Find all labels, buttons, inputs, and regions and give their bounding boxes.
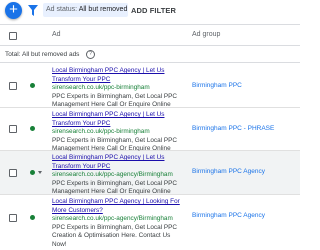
ad-headline[interactable]: Local Birmingham PPC Agency | Looking Fo… [52, 198, 182, 215]
ad-preview: Local Birmingham PPC Agency | Let Us Tra… [52, 111, 182, 154]
column-header-ad[interactable]: Ad [52, 31, 61, 38]
table-row[interactable]: Local Birmingham PPC Agency | Let Us Tra… [0, 108, 300, 154]
row-checkbox[interactable] [9, 125, 17, 133]
row-checkbox[interactable] [9, 169, 17, 177]
status-enabled-icon [30, 170, 35, 175]
filter-value: All but removed [78, 6, 128, 13]
table-row[interactable]: Local Birmingham PPC Agency | Looking Fo… [0, 195, 300, 248]
ad-preview: Local Birmingham PPC Agency | Let Us Tra… [52, 67, 182, 110]
status-enabled-icon [30, 215, 35, 220]
toolbar: + Ad status: All but removed ADD FILTER [0, 0, 300, 22]
status-enabled-icon [30, 83, 35, 88]
ad-status-filter-chip[interactable]: Ad status: All but removed [43, 3, 128, 17]
add-filter-button[interactable]: ADD FILTER [131, 6, 176, 15]
ad-group-link[interactable]: Birmingham PPC Agency [192, 168, 265, 175]
filter-key: Ad status: [46, 6, 78, 13]
ad-group-link[interactable]: Birmingham PPC [192, 82, 242, 89]
ad-description: PPC Experts in Birmingham, Get Local PPC… [52, 223, 178, 248]
total-row: Total: All but removed ads ? [0, 46, 300, 63]
ad-display-url: sirensearch.co.uk/ppc-birmingham [52, 128, 150, 136]
status-enabled-icon [30, 126, 35, 131]
select-all-checkbox[interactable] [9, 32, 17, 40]
ad-group-link[interactable]: Birmingham PPC - PHRASE [192, 125, 274, 132]
ad-group-link[interactable]: Birmingham PPC Agency [192, 212, 265, 219]
ad-display-url: sirensearch.co.uk/ppc-birmingham [52, 84, 150, 92]
ad-headline[interactable]: Local Birmingham PPC Agency | Let Us Tra… [52, 67, 182, 84]
ad-preview: Local Birmingham PPC Agency | Let Us Tra… [52, 154, 182, 197]
ad-headline[interactable]: Local Birmingham PPC Agency | Let Us Tra… [52, 111, 182, 128]
ad-display-url: sirensearch.co.uk/ppc-agency/Birmingham [52, 215, 173, 223]
ad-headline[interactable]: Local Birmingham PPC Agency | Let Us Tra… [52, 154, 182, 171]
table-row[interactable]: Local Birmingham PPC Agency | Let Us Tra… [0, 151, 300, 195]
filter-icon[interactable] [28, 5, 38, 16]
table-header: Ad Ad group [0, 24, 300, 46]
help-icon[interactable]: ? [86, 50, 95, 59]
table-row[interactable]: Local Birmingham PPC Agency | Let Us Tra… [0, 63, 300, 108]
column-header-ad-group[interactable]: Ad group [192, 31, 220, 38]
status-dropdown-icon[interactable] [38, 171, 42, 174]
total-label: Total: All but removed ads [5, 51, 80, 58]
row-checkbox[interactable] [9, 82, 17, 90]
row-checkbox[interactable] [9, 214, 17, 222]
add-ad-button[interactable]: + [5, 2, 22, 19]
ad-display-url: sirensearch.co.uk/ppc-agency/Birmingham [52, 171, 173, 179]
